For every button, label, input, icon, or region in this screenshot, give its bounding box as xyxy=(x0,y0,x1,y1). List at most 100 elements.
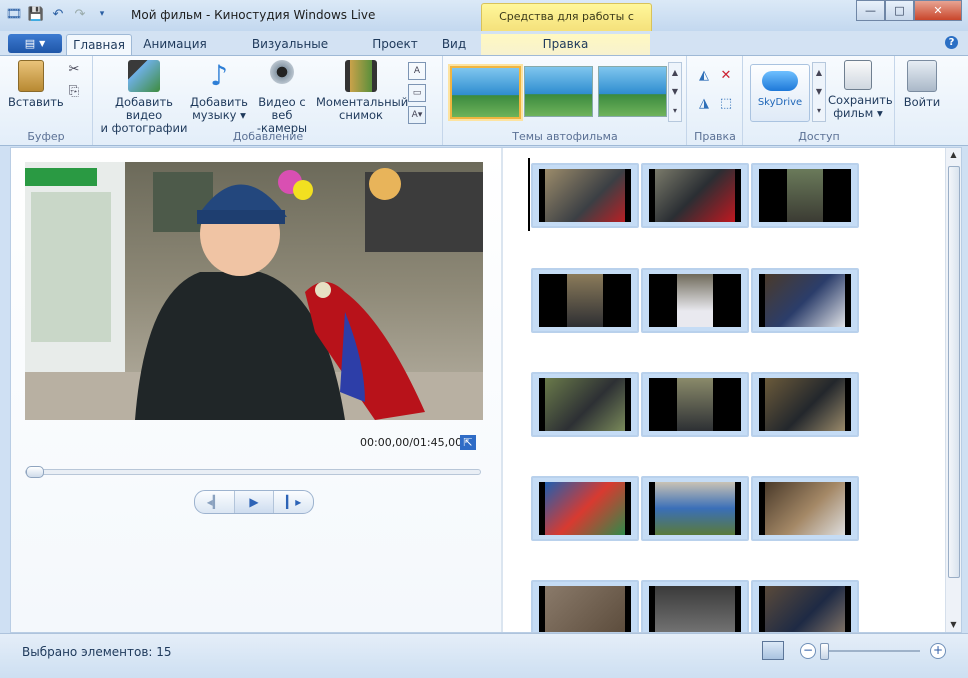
clip-thumbnail xyxy=(759,169,851,222)
add-credits-icon[interactable]: A▾ xyxy=(408,106,426,124)
storyboard-clip[interactable] xyxy=(751,268,859,333)
zoom-slider-track[interactable] xyxy=(820,650,920,652)
seek-bar[interactable] xyxy=(25,466,481,478)
add-caption-icon[interactable]: ▭ xyxy=(408,84,426,102)
maximize-button[interactable]: □ xyxy=(885,0,914,21)
play-button[interactable]: ▶ xyxy=(233,491,275,513)
zoom-slider-thumb[interactable] xyxy=(820,643,829,660)
storyboard-clip[interactable] xyxy=(751,476,859,541)
zoom-in-button[interactable]: + xyxy=(930,643,946,659)
aspect-ratio-icon[interactable] xyxy=(762,641,784,660)
select-all-icon[interactable]: ⬚ xyxy=(718,96,734,112)
clip-thumbnail xyxy=(759,586,851,632)
rotate-left-icon[interactable]: ◭ xyxy=(696,68,712,84)
tab-edit[interactable]: Правка xyxy=(481,34,650,55)
automovie-themes-group: ▲ ▼ ▾ Темы автофильма xyxy=(444,56,687,145)
next-frame-icon: ▎▸ xyxy=(286,495,302,509)
close-button[interactable]: ✕ xyxy=(914,0,962,21)
scrollbar-thumb[interactable] xyxy=(948,166,960,578)
share-group-label: Доступ xyxy=(798,130,840,143)
tab-visual-effects[interactable]: Визуальные эффекты xyxy=(224,34,356,71)
zoom-out-button[interactable]: − xyxy=(800,643,816,659)
scroll-down-icon[interactable]: ▼ xyxy=(946,618,961,632)
customize-icon[interactable]: ▾ xyxy=(94,6,110,22)
signin-button[interactable]: Войти xyxy=(902,60,942,109)
window-controls: — □ ✕ xyxy=(856,0,962,21)
next-frame-button[interactable]: ▎▸ xyxy=(274,491,313,513)
add-group: Добавить видео и фотографии ♪ Добавить м… xyxy=(94,56,443,145)
theme-default-thumbnail[interactable] xyxy=(450,66,521,119)
storyboard-clip[interactable] xyxy=(531,268,639,333)
clip-thumbnail xyxy=(759,274,851,327)
window-title: Мой фильм - Киностудия Windows Live xyxy=(131,8,376,22)
storyboard-clip[interactable] xyxy=(641,580,749,632)
copy-icon[interactable]: ⎘ xyxy=(66,84,82,100)
rotate-right-icon[interactable]: ◮ xyxy=(696,96,712,112)
storyboard-clip[interactable] xyxy=(531,476,639,541)
save-movie-icon xyxy=(844,60,872,90)
snapshot-button[interactable]: Моментальный снимок xyxy=(316,60,408,122)
quick-access-toolbar: 🎞 💾 ↶ ↷ ▾ xyxy=(6,6,110,22)
tab-project[interactable]: Проект xyxy=(366,34,424,55)
clipboard-group: Вставить ✂ ⎘ Буфер xyxy=(0,56,93,145)
storyboard-clip[interactable] xyxy=(641,163,749,228)
zoom-control: − + xyxy=(800,642,948,660)
delete-icon[interactable]: ✕ xyxy=(718,68,734,84)
selection-count: Выбрано элементов: 15 xyxy=(22,645,172,659)
user-icon xyxy=(907,60,937,92)
clip-thumbnail xyxy=(649,586,741,632)
main-area: 00:00,00/01:45,00 ⇱ ◂▎ ▶ ▎▸ ▲ ▼ xyxy=(10,147,962,633)
themes-group-label: Темы автофильма xyxy=(512,130,618,143)
storyboard-clip[interactable] xyxy=(751,372,859,437)
tab-home[interactable]: Главная xyxy=(66,34,132,56)
status-bar: Выбрано элементов: 15 − + xyxy=(0,633,968,678)
storyboard-scrollbar[interactable]: ▲ ▼ xyxy=(945,148,961,632)
timecode: 00:00,00/01:45,00 xyxy=(360,436,463,449)
theme-contemporary-thumbnail[interactable] xyxy=(524,66,593,117)
storyboard-clip[interactable] xyxy=(531,163,639,228)
redo-icon[interactable]: ↷ xyxy=(72,6,88,22)
clip-thumbnail xyxy=(539,274,631,327)
storyboard-clip[interactable] xyxy=(641,476,749,541)
seek-thumb[interactable] xyxy=(26,466,44,478)
share-group: SkyDrive ▲ ▼ ▾ Сохранить фильм ▾ Доступ xyxy=(744,56,895,145)
add-video-label: Добавить видео xyxy=(115,95,173,122)
add-video-photos-button[interactable]: Добавить видео и фотографии xyxy=(98,60,190,135)
storyboard-clip[interactable] xyxy=(641,268,749,333)
minimize-button[interactable]: — xyxy=(856,0,885,21)
save-icon[interactable]: 💾 xyxy=(28,6,44,22)
add-music-button[interactable]: ♪ Добавить музыку ▾ xyxy=(190,60,248,122)
tab-animation[interactable]: Анимация xyxy=(138,34,212,55)
cut-icon[interactable]: ✂ xyxy=(66,62,82,78)
play-icon: ▶ xyxy=(249,495,259,509)
tab-view[interactable]: Вид xyxy=(434,34,474,55)
storyboard-clip[interactable] xyxy=(751,580,859,632)
help-icon[interactable]: ? xyxy=(945,36,958,49)
storyboard-playhead[interactable] xyxy=(528,158,530,231)
storyboard-clip[interactable] xyxy=(531,580,639,632)
paste-button[interactable]: Вставить xyxy=(8,60,64,109)
signin-label: Войти xyxy=(903,95,941,109)
storyboard-clip[interactable] xyxy=(751,163,859,228)
previous-frame-button[interactable]: ◂▎ xyxy=(195,491,234,513)
skydrive-button[interactable]: SkyDrive xyxy=(750,64,810,122)
context-tab-header: Средства для работы с видео xyxy=(481,3,652,49)
share-gallery-scroll[interactable]: ▲ ▼ ▾ xyxy=(812,62,826,122)
preview-image xyxy=(25,162,483,420)
add-title-icon[interactable]: A xyxy=(408,62,426,80)
storyboard-clip[interactable] xyxy=(531,372,639,437)
clip-thumbnail xyxy=(759,482,851,535)
fullscreen-icon[interactable]: ⇱ xyxy=(460,435,476,450)
webcam-video-button[interactable]: Видео с веб -камеры xyxy=(248,60,316,135)
storyboard-clip[interactable] xyxy=(641,372,749,437)
undo-icon[interactable]: ↶ xyxy=(50,6,66,22)
webcam-label: Видео с веб xyxy=(258,95,306,122)
scroll-up-icon[interactable]: ▲ xyxy=(946,148,961,162)
skydrive-label: SkyDrive xyxy=(757,97,803,108)
app-icon[interactable]: 🎞 xyxy=(6,6,23,22)
snapshot-label-2: снимок xyxy=(339,108,383,122)
save-movie-button[interactable]: Сохранить фильм ▾ xyxy=(828,60,893,120)
app-menu-button[interactable]: ▤ ▼ xyxy=(8,34,62,53)
themes-gallery-scroll[interactable]: ▲ ▼ ▾ xyxy=(668,62,682,122)
theme-cinematic-thumbnail[interactable] xyxy=(598,66,667,117)
